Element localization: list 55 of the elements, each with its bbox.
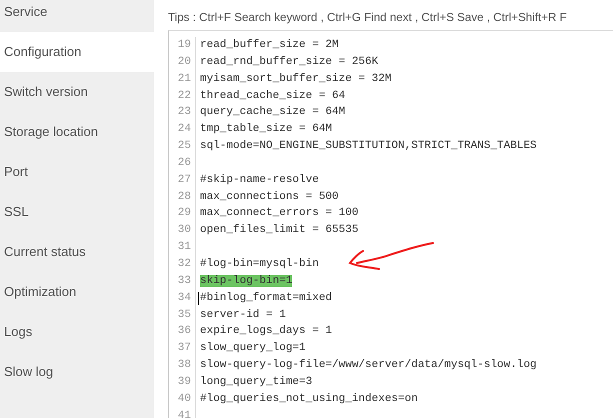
sidebar-item[interactable]: Port: [0, 152, 154, 192]
code-line: sql-mode=NO_ENGINE_SUBSTITUTION,STRICT_TRANS_TABLES: [200, 140, 537, 152]
line-number: 31: [169, 239, 196, 256]
code-line: server-id = 1: [200, 308, 286, 320]
line-number: 40: [169, 390, 196, 408]
line-number: 33: [169, 272, 196, 290]
line-number: 30: [169, 222, 196, 240]
code-line: max_connections = 500: [200, 190, 339, 203]
code-editor[interactable]: [168, 30, 613, 418]
line-number: 27: [169, 172, 196, 189]
line-number: 39: [169, 374, 196, 391]
sidebar-item[interactable]: Current status: [0, 232, 154, 272]
code-line: #binlog_format=mixed: [200, 292, 332, 304]
code-line: query_cache_size = 64M: [200, 106, 346, 118]
line-number: 28: [169, 188, 196, 206]
code-line: read_buffer_size = 2M: [200, 39, 339, 51]
sidebar-item[interactable]: Service: [0, 0, 154, 32]
sidebar-item[interactable]: Storage location: [0, 112, 154, 152]
code-line: expire_logs_days = 1: [200, 325, 332, 338]
line-number: 22: [169, 88, 196, 104]
sidebar-item[interactable]: Optimization: [0, 272, 154, 312]
sidebar-item[interactable]: Switch version: [0, 72, 154, 112]
line-number: 21: [169, 70, 196, 88]
line-number: 24: [169, 121, 196, 138]
line-number: 29: [169, 205, 196, 222]
code-line: slow-query-log-file=/www/server/data/mysql-slow.log: [200, 359, 537, 372]
code-line: tmp_table_size = 64M: [200, 123, 332, 136]
sidebar-item[interactable]: Configuration: [0, 32, 154, 72]
tips-text: Tips : Ctrl+F Search keyword , Ctrl+G Find next , Ctrl+S Save , Ctrl+Shift+R F: [168, 10, 568, 26]
line-number: 25: [169, 138, 196, 155]
code-line: long_query_time=3: [200, 376, 312, 388]
code-line: #log-bin=mysql-bin: [200, 258, 319, 270]
sidebar-item[interactable]: Logs: [0, 312, 154, 352]
code-line: thread_cache_size = 64: [200, 90, 346, 102]
line-number: 26: [169, 154, 196, 172]
line-number: 38: [169, 357, 196, 374]
code-line: myisam_sort_buffer_size = 32M: [200, 72, 392, 85]
code-line: open_files_limit = 65535: [200, 224, 358, 236]
line-number: 23: [169, 104, 196, 122]
line-number: 41: [169, 408, 196, 418]
code-line: #skip-name-resolve: [200, 174, 319, 186]
line-number: 36: [169, 323, 196, 340]
line-number: 32: [169, 256, 196, 273]
line-number: 34: [169, 290, 196, 306]
code-line: slow_query_log=1: [200, 342, 306, 354]
code-line: #log_queries_not_using_indexes=on: [200, 392, 418, 405]
sidebar-item[interactable]: SSL: [0, 192, 154, 232]
line-number: 37: [169, 340, 196, 358]
line-number: 20: [169, 54, 196, 71]
code-line: max_connect_errors = 100: [200, 207, 358, 220]
sidebar-item[interactable]: Slow log: [0, 352, 154, 392]
line-number: 19: [169, 37, 196, 54]
line-number: 35: [169, 306, 196, 324]
code-line: read_rnd_buffer_size = 256K: [200, 56, 378, 68]
text-cursor: [198, 292, 199, 305]
